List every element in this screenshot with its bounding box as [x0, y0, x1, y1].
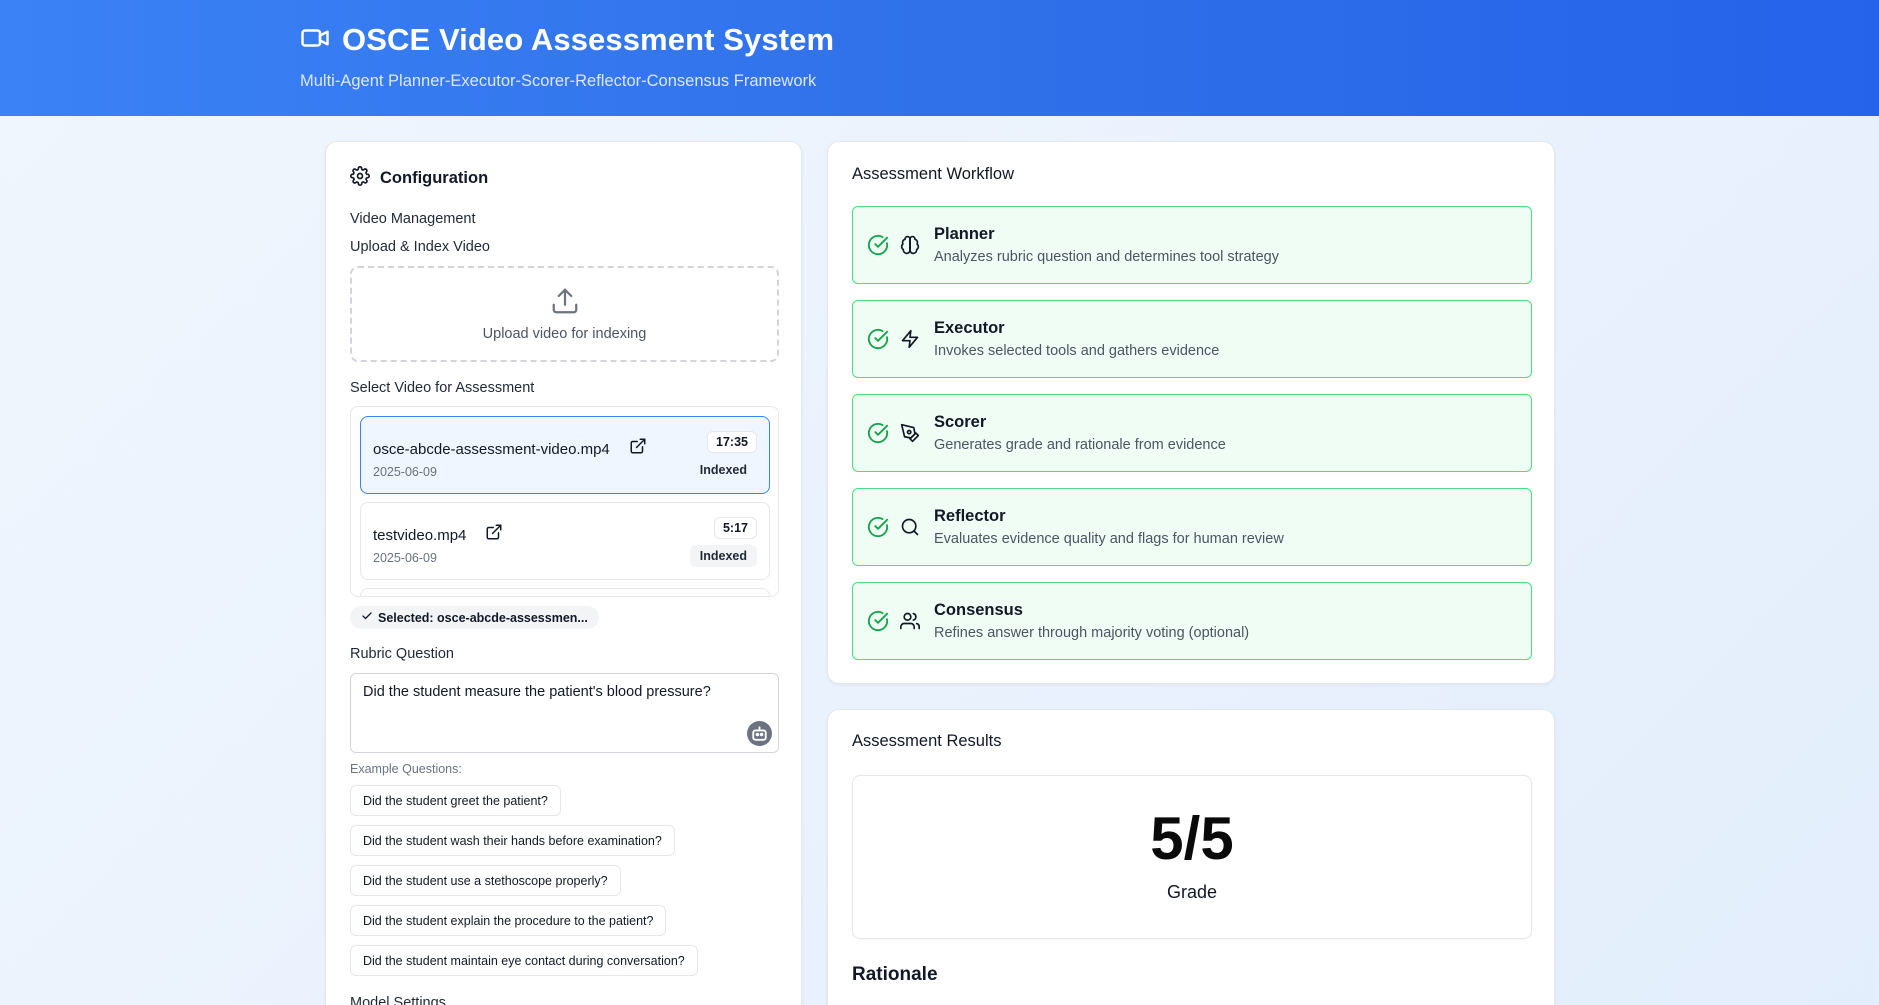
check-icon: [361, 610, 373, 625]
step-description: Evaluates evidence quality and flags for…: [934, 531, 1284, 547]
video-item[interactable]: osce-abcde-assessment-video.mp4 2025-06-…: [360, 416, 770, 494]
users-icon: [900, 611, 920, 631]
workflow-step-planner: Planner Analyzes rubric question and det…: [852, 206, 1532, 284]
external-link-icon[interactable]: [485, 523, 503, 541]
video-name: osce-abcde-assessment-video.mp4: [373, 441, 610, 458]
gear-icon: [350, 166, 370, 191]
app-subtitle: Multi-Agent Planner-Executor-Scorer-Refl…: [300, 72, 817, 90]
app-title: OSCE Video Assessment System: [342, 22, 835, 57]
select-video-label: Select Video for Assessment: [350, 380, 535, 396]
video-name: testvideo.mp4: [373, 527, 467, 544]
lightning-icon: [900, 329, 920, 349]
step-title: Planner: [934, 225, 995, 243]
example-question-chip[interactable]: Did the student use a stethoscope proper…: [350, 865, 621, 896]
video-camera-icon: [300, 23, 330, 58]
video-duration: 17:35: [707, 431, 757, 453]
pen-tool-icon: [900, 423, 920, 443]
rationale-title: Rationale: [852, 964, 938, 985]
external-link-icon[interactable]: [629, 437, 647, 455]
assessment-results-panel: Assessment Results 5/5 Grade Rationale: [827, 709, 1555, 1005]
upload-dropzone[interactable]: Upload video for indexing: [350, 266, 779, 362]
example-question-chip[interactable]: Did the student explain the procedure to…: [350, 905, 667, 936]
grade-box: 5/5 Grade: [852, 775, 1532, 939]
step-description: Analyzes rubric question and determines …: [934, 249, 1279, 265]
video-status-badge: Indexed: [689, 545, 757, 567]
brain-icon: [900, 235, 920, 255]
example-questions-label: Example Questions:: [350, 762, 462, 776]
example-question-chip[interactable]: Did the student maintain eye contact dur…: [350, 945, 698, 976]
video-list[interactable]: osce-abcde-assessment-video.mp4 2025-06-…: [350, 406, 779, 597]
example-question-chip[interactable]: Did the student greet the patient?: [350, 785, 561, 816]
step-description: Generates grade and rationale from evide…: [934, 437, 1226, 453]
video-item[interactable]: [360, 588, 770, 596]
video-duration: 5:17: [713, 517, 757, 539]
configuration-title: Configuration: [380, 169, 489, 187]
workflow-step-executor: Executor Invokes selected tools and gath…: [852, 300, 1532, 378]
configuration-panel: Configuration Video Management Upload & …: [325, 141, 802, 1005]
selected-video-text: Selected: osce-abcde-assessmen...: [378, 610, 588, 625]
workflow-step-reflector: Reflector Evaluates evidence quality and…: [852, 488, 1532, 566]
grade-value: 5/5: [1150, 805, 1234, 872]
search-icon: [900, 517, 920, 537]
rubric-question-input[interactable]: Did the student measure the patient's bl…: [350, 673, 779, 753]
check-circle-icon: [867, 328, 889, 350]
assessment-workflow-panel: Assessment Workflow Planner Analyzes rub…: [827, 141, 1555, 684]
step-title: Scorer: [934, 413, 987, 431]
rubric-question-label: Rubric Question: [350, 646, 454, 662]
results-title: Assessment Results: [852, 732, 1002, 750]
check-circle-icon: [867, 234, 889, 256]
check-circle-icon: [867, 422, 889, 444]
video-item[interactable]: testvideo.mp4 2025-06-09 5:17 Indexed: [360, 502, 770, 580]
video-date: 2025-06-09: [373, 465, 437, 479]
step-title: Executor: [934, 319, 1005, 337]
step-title: Reflector: [934, 507, 1006, 525]
model-settings-label: Model Settings: [350, 995, 446, 1005]
selected-video-badge: Selected: osce-abcde-assessmen...: [350, 606, 599, 629]
step-description: Refines answer through majority voting (…: [934, 625, 1250, 641]
check-circle-icon: [867, 516, 889, 538]
example-question-chip[interactable]: Did the student wash their hands before …: [350, 825, 675, 856]
robot-icon[interactable]: [747, 721, 772, 746]
app-header: OSCE Video Assessment System Multi-Agent…: [0, 0, 1879, 116]
video-management-label: Video Management: [350, 211, 476, 227]
workflow-step-scorer: Scorer Generates grade and rationale fro…: [852, 394, 1532, 472]
grade-label: Grade: [1166, 882, 1218, 902]
step-title: Consensus: [934, 601, 1023, 619]
step-description: Invokes selected tools and gathers evide…: [934, 343, 1220, 359]
rubric-question-value: Did the student measure the patient's bl…: [363, 684, 711, 700]
workflow-title: Assessment Workflow: [852, 165, 1014, 183]
video-date: 2025-06-09: [373, 551, 437, 565]
video-status-badge: Indexed: [699, 463, 747, 477]
workflow-step-consensus: Consensus Refines answer through majorit…: [852, 582, 1532, 660]
check-circle-icon: [867, 610, 889, 632]
upload-label: Upload & Index Video: [350, 239, 491, 255]
upload-text: Upload video for indexing: [482, 326, 647, 342]
